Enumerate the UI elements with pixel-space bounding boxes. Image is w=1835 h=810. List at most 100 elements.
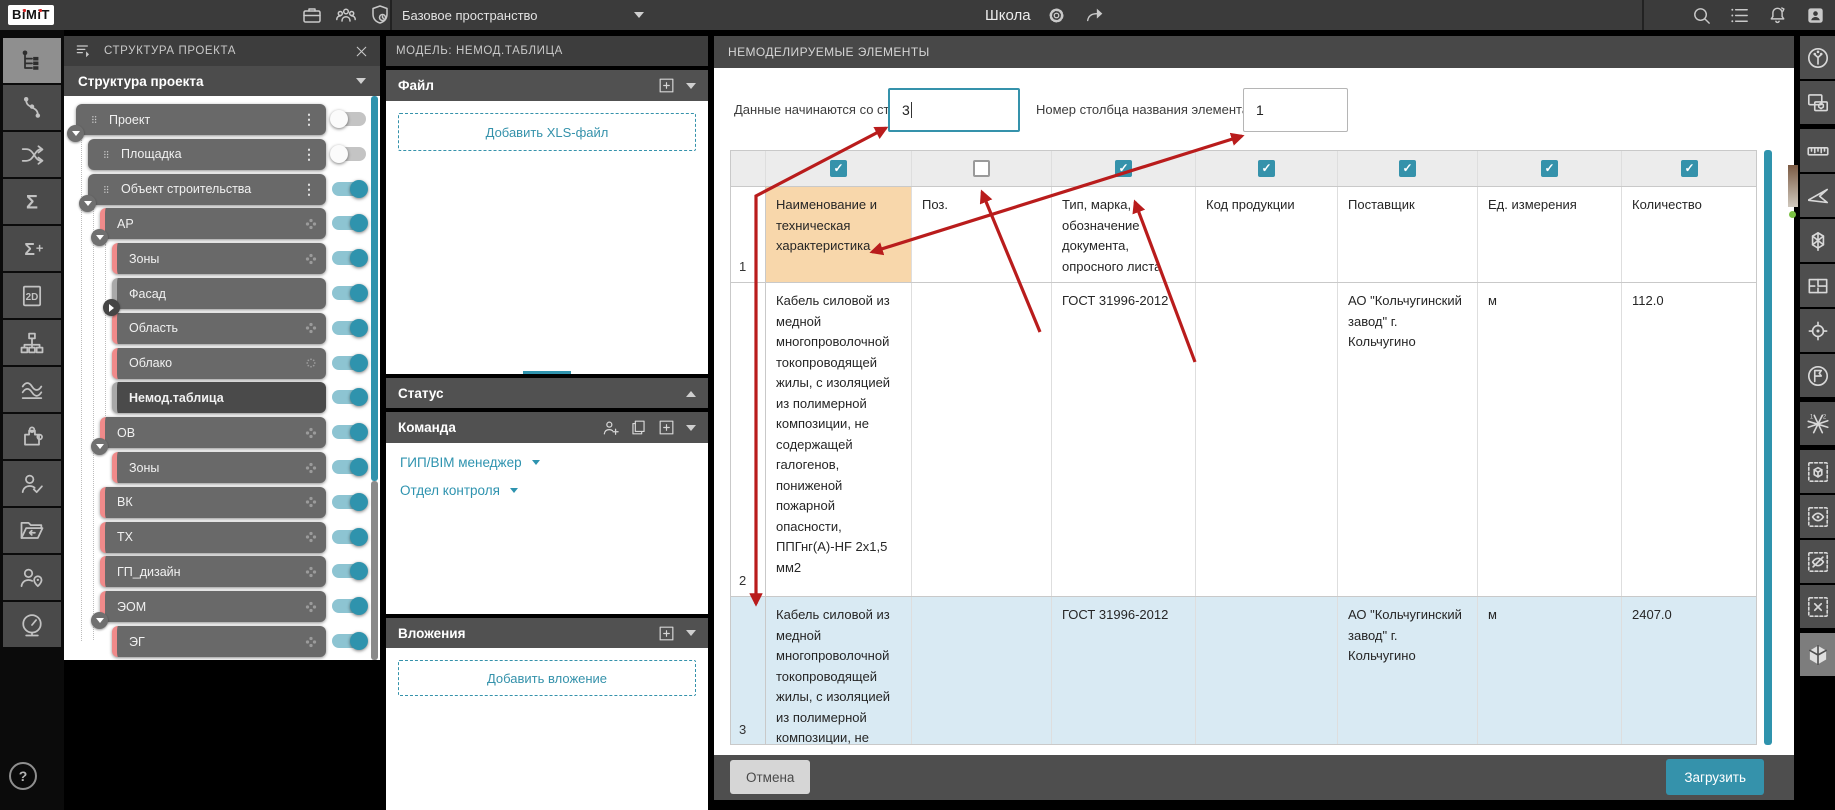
right-toolbar-box-section-button[interactable] xyxy=(1800,219,1835,262)
tree-item-Облако[interactable]: Облако xyxy=(112,348,326,379)
kebab-menu-icon[interactable]: ⋮ xyxy=(300,146,318,163)
right-toolbar-section-button[interactable] xyxy=(1800,174,1835,217)
chevron-down-icon[interactable] xyxy=(686,83,696,94)
topbar-notifications-button[interactable] xyxy=(1765,3,1789,27)
share-icon[interactable] xyxy=(1083,3,1107,27)
right-toolbar-clear-selection-button[interactable] xyxy=(1800,585,1835,628)
visibility-toggle-Площадка[interactable] xyxy=(332,147,366,161)
structure-tree-dropdown[interactable]: Структура проекта xyxy=(64,66,380,96)
column-checkbox-3[interactable]: ✓ xyxy=(1115,160,1132,177)
chevron-down-icon[interactable] xyxy=(686,425,696,436)
name-column-input[interactable]: 1 xyxy=(1243,88,1348,132)
right-toolbar-model-view-button[interactable] xyxy=(1800,633,1835,676)
tree-item-Зоны[interactable]: Зоны xyxy=(112,452,326,483)
left-toolbar-plugins-button[interactable] xyxy=(3,414,61,459)
tree-item-АР[interactable]: АР xyxy=(100,208,326,239)
drag-handle-icon[interactable] xyxy=(88,113,101,126)
workspace-selector[interactable]: Базовое пространство xyxy=(402,0,644,30)
tree-item-Область[interactable]: Область xyxy=(112,313,326,344)
person-add-icon[interactable] xyxy=(601,418,620,437)
left-toolbar-import-button[interactable] xyxy=(3,508,61,553)
attachments-section-header[interactable]: Вложения xyxy=(386,618,708,648)
scrollbar-thumb[interactable] xyxy=(371,96,378,481)
visibility-toggle-ТХ[interactable] xyxy=(332,530,366,544)
right-toolbar-floorplan-button[interactable] xyxy=(1800,264,1835,307)
tree-item-ТХ[interactable]: ТХ xyxy=(100,522,326,553)
topbar-team-button[interactable] xyxy=(334,3,358,27)
tree-item-ВК[interactable]: ВК xyxy=(100,487,326,518)
collapse-icon[interactable] xyxy=(67,125,84,142)
add-xls-button[interactable]: Добавить XLS-файл xyxy=(398,113,696,151)
plus-box-icon[interactable] xyxy=(657,418,676,437)
plus-box-icon[interactable] xyxy=(657,624,676,643)
scrollbar-track[interactable] xyxy=(371,481,378,660)
sort-menu-icon[interactable] xyxy=(74,41,94,61)
topbar-tasks-button[interactable] xyxy=(1727,3,1751,27)
kebab-menu-icon[interactable]: ⋮ xyxy=(300,181,318,198)
tree-item-ЭГ[interactable]: ЭГ xyxy=(112,626,326,657)
team-role-link[interactable]: ГИП/BIM менеджер xyxy=(400,455,694,470)
right-toolbar-flag-button[interactable] xyxy=(1800,354,1835,397)
right-toolbar-viewports-button[interactable] xyxy=(1800,81,1835,124)
chevron-up-icon[interactable] xyxy=(686,386,696,397)
visibility-toggle-ВК[interactable] xyxy=(332,495,366,509)
left-toolbar-structure-button[interactable] xyxy=(3,38,61,83)
left-toolbar-exchange-button[interactable] xyxy=(3,132,61,177)
copy-icon[interactable] xyxy=(629,418,648,437)
add-attachment-button[interactable]: Добавить вложение xyxy=(398,660,696,696)
kebab-menu-icon[interactable]: ⋮ xyxy=(300,111,318,128)
plus-box-icon[interactable] xyxy=(657,76,676,95)
tree-item-ОВ[interactable]: ОВ xyxy=(100,417,326,448)
column-checkbox-6[interactable]: ✓ xyxy=(1541,160,1558,177)
visibility-toggle-Область[interactable] xyxy=(332,321,366,335)
chevron-down-icon[interactable] xyxy=(686,630,696,641)
topbar-security-button[interactable] xyxy=(368,3,392,27)
tree-item-Зоны[interactable]: Зоны xyxy=(112,243,326,274)
column-checkbox-1[interactable]: ✓ xyxy=(830,160,847,177)
row-start-input[interactable]: 3 xyxy=(888,88,1020,132)
file-section-header[interactable]: Файл xyxy=(386,70,708,101)
right-toolbar-federation-button[interactable] xyxy=(1800,36,1835,79)
right-toolbar-axes-button[interactable]: 12 xyxy=(1800,402,1835,445)
status-section-header[interactable]: Статус xyxy=(386,378,708,408)
visibility-toggle-Проект[interactable] xyxy=(332,112,366,126)
left-toolbar-hierarchy-button[interactable] xyxy=(3,320,61,365)
visibility-toggle-АР[interactable] xyxy=(332,216,366,230)
visibility-toggle-ОВ[interactable] xyxy=(332,425,366,439)
drag-handle-icon[interactable] xyxy=(100,148,113,161)
topbar-projects-button[interactable] xyxy=(300,3,324,27)
collapse-icon[interactable] xyxy=(91,612,108,629)
visibility-toggle-Объект строительства[interactable] xyxy=(332,182,366,196)
tree-item-Фасад[interactable]: Фасад xyxy=(112,278,326,309)
column-checkbox-7[interactable]: ✓ xyxy=(1681,160,1698,177)
tree-item-Проект[interactable]: Проект⋮ xyxy=(76,104,326,135)
right-toolbar-isolate-button[interactable] xyxy=(1800,450,1835,493)
resize-handle[interactable] xyxy=(523,371,571,374)
tree-item-Объект строительства[interactable]: Объект строительства⋮ xyxy=(88,174,326,205)
column-checkbox-2[interactable] xyxy=(973,160,990,177)
right-toolbar-measure-button[interactable] xyxy=(1800,129,1835,172)
help-button[interactable]: ? xyxy=(9,762,37,790)
visibility-toggle-Фасад[interactable] xyxy=(332,286,366,300)
visibility-toggle-Зоны[interactable] xyxy=(332,251,366,265)
left-toolbar-dashboard-button[interactable] xyxy=(3,602,61,647)
topbar-search-button[interactable] xyxy=(1689,3,1713,27)
topbar-account-button[interactable] xyxy=(1803,3,1827,27)
close-icon[interactable] xyxy=(352,42,370,60)
left-toolbar-totals-add-button[interactable]: Σ+ xyxy=(3,226,61,271)
visibility-toggle-Облако[interactable] xyxy=(332,356,366,370)
tree-item-Площадка[interactable]: Площадка⋮ xyxy=(88,139,326,170)
right-toolbar-show-button[interactable] xyxy=(1800,495,1835,538)
tree-item-ГП_дизайн[interactable]: ГП_дизайн xyxy=(100,556,326,587)
left-toolbar-connections-button[interactable] xyxy=(3,85,61,130)
tree-item-Немод.таблица[interactable]: Немод.таблица xyxy=(112,382,326,413)
table-scrollbar[interactable] xyxy=(1764,150,1772,745)
team-section-header[interactable]: Команда xyxy=(386,412,708,443)
visibility-toggle-ЭОМ[interactable] xyxy=(332,599,366,613)
collapse-icon[interactable] xyxy=(91,438,108,455)
left-toolbar-contacts-button[interactable] xyxy=(3,555,61,600)
team-role-link[interactable]: Отдел контроля xyxy=(400,483,694,498)
left-toolbar-sheets-2d-button[interactable]: 2D xyxy=(3,273,61,318)
drag-handle-icon[interactable] xyxy=(100,183,113,196)
visibility-toggle-ЭГ[interactable] xyxy=(332,634,366,648)
